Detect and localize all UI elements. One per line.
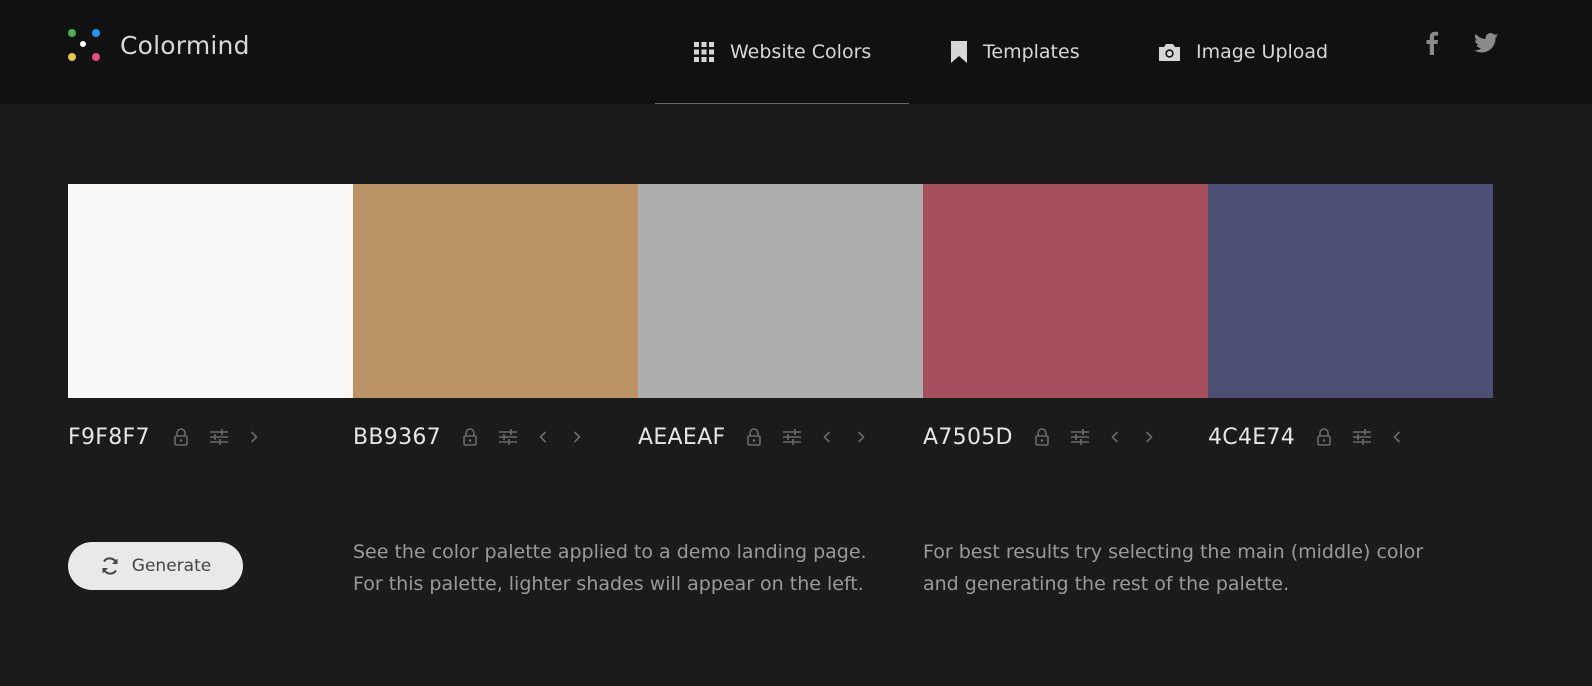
active-nav-indicator: [655, 103, 909, 104]
lock-icon[interactable]: [173, 428, 188, 446]
lock-icon[interactable]: [1317, 428, 1331, 446]
hex-value[interactable]: F9F8F7: [68, 425, 150, 450]
sliders-icon[interactable]: [209, 429, 228, 445]
sliders-icon[interactable]: [1070, 429, 1089, 445]
color-swatch-1[interactable]: [68, 184, 353, 398]
demo-info-line-1[interactable]: See the color palette applied to a demo …: [353, 536, 867, 568]
nav-templates[interactable]: Templates: [951, 0, 1080, 104]
top-bar: Colormind Website Colors Templates Image…: [0, 0, 1592, 104]
tip-info-line-2: and generating the rest of the palette.: [923, 573, 1290, 595]
logo-icon: [66, 27, 102, 63]
swatch-controls-5: 4C4E74: [1208, 418, 1401, 456]
demo-info-text: See the color palette applied to a demo …: [353, 536, 867, 600]
tip-info-line-1: For best results try selecting the main …: [923, 541, 1424, 563]
swatch-controls-4: A7505D: [923, 418, 1153, 456]
sliders-icon[interactable]: [1353, 429, 1372, 445]
tip-info-text: For best results try selecting the main …: [923, 536, 1423, 600]
color-swatch-5[interactable]: [1208, 184, 1493, 398]
hex-value[interactable]: 4C4E74: [1208, 425, 1295, 450]
nav-label: Website Colors: [730, 41, 872, 63]
facebook-icon[interactable]: [1425, 30, 1439, 56]
chevron-left-icon[interactable]: [1111, 431, 1119, 443]
chevron-right-icon[interactable]: [250, 431, 258, 443]
color-swatch-3[interactable]: [638, 184, 923, 398]
nav-label: Image Upload: [1196, 41, 1329, 63]
generate-button[interactable]: Generate: [68, 542, 243, 590]
swatch-controls-1: F9F8F7: [68, 418, 258, 456]
demo-info-line-2: For this palette, lighter shades will ap…: [353, 573, 864, 595]
chevron-right-icon[interactable]: [1145, 431, 1153, 443]
sliders-icon[interactable]: [498, 429, 517, 445]
color-swatch-4[interactable]: [923, 184, 1208, 398]
chevron-left-icon[interactable]: [823, 431, 831, 443]
lock-icon[interactable]: [463, 428, 477, 446]
swatch-controls-2: BB9367: [353, 418, 581, 456]
chevron-right-icon[interactable]: [857, 431, 866, 443]
sliders-icon[interactable]: [783, 429, 802, 445]
chevron-left-icon[interactable]: [539, 431, 547, 443]
swatch-controls-3: AEAEAF: [638, 418, 866, 456]
chevron-left-icon[interactable]: [1393, 431, 1401, 443]
color-swatch-2[interactable]: [353, 184, 638, 398]
generate-label: Generate: [131, 556, 212, 576]
lock-icon[interactable]: [747, 428, 762, 446]
refresh-icon: [100, 556, 120, 576]
nav-website-colors[interactable]: Website Colors: [694, 0, 871, 104]
chevron-right-icon[interactable]: [573, 431, 581, 443]
logo[interactable]: Colormind: [66, 26, 250, 64]
brand-name: Colormind: [120, 30, 250, 60]
grid-icon: [694, 42, 714, 62]
bookmark-icon: [951, 41, 967, 63]
lock-icon[interactable]: [1034, 428, 1049, 446]
hex-value[interactable]: A7505D: [923, 425, 1013, 450]
hex-value[interactable]: AEAEAF: [638, 425, 725, 450]
twitter-icon[interactable]: [1474, 30, 1498, 56]
camera-icon: [1159, 43, 1180, 61]
hex-value[interactable]: BB9367: [353, 425, 441, 450]
nav-image-upload[interactable]: Image Upload: [1159, 0, 1328, 104]
nav-label: Templates: [983, 41, 1080, 63]
